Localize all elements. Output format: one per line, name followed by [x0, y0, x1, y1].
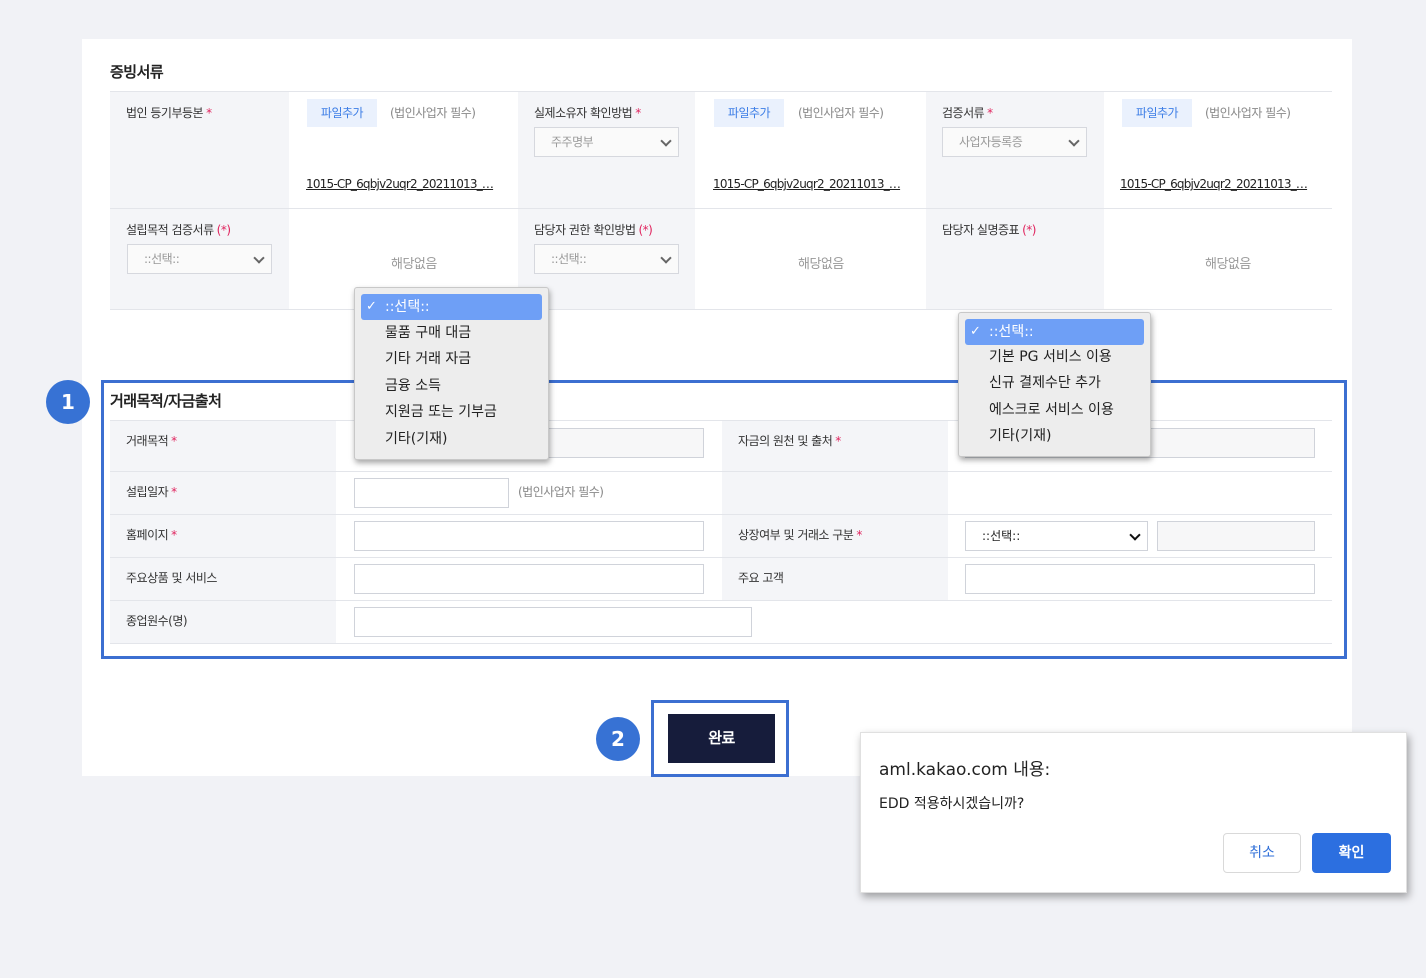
confirm-dialog: aml.kakao.com 내용: EDD 적용하시겠습니까? 취소 확인 [860, 732, 1407, 893]
listing-extra-input[interactable] [1157, 521, 1315, 551]
row-divider [110, 471, 1332, 472]
not-applicable-1: 해당없음 [391, 257, 437, 272]
dropdown-option[interactable]: ✓::선택:: [965, 319, 1144, 345]
homepage-label: 홈페이지 * [126, 528, 177, 542]
row-divider [110, 557, 1332, 558]
step-badge-2: 2 [596, 717, 640, 761]
purpose-doc-select[interactable]: ::선택:: [127, 244, 272, 274]
founded-date-input[interactable] [354, 478, 509, 508]
chevron-down-icon [660, 252, 672, 264]
chevron-down-icon [253, 252, 265, 264]
add-file-button-2[interactable]: 파일추가 [714, 99, 784, 127]
dropdown-option[interactable]: 기타(기재) [361, 426, 447, 452]
dropdown-option[interactable]: 지원금 또는 기부금 [361, 399, 497, 425]
founded-date-hint: (법인사업자 필수) [518, 485, 604, 499]
file-link-2[interactable]: 1015-CP_6qbjv2uqr2_20211013_… [713, 177, 901, 191]
employees-label: 종업원수(명) [126, 614, 188, 628]
dropdown-option[interactable]: 에스크로 서비스 이용 [965, 397, 1114, 423]
check-icon: ✓ [970, 324, 981, 339]
form-section-title: 거래목적/자금출처 [110, 392, 222, 410]
employees-input[interactable] [354, 607, 752, 637]
row-divider [110, 514, 1332, 515]
required-hint-2: (법인사업자 필수) [798, 106, 884, 120]
purpose-dropdown-list: ✓::선택:: 물품 구매 대금 기타 거래 자금 금융 소득 지원금 또는 기… [354, 287, 549, 460]
required-hint-3: (법인사업자 필수) [1205, 106, 1291, 120]
chevron-down-icon [660, 135, 672, 147]
chevron-down-icon [1129, 529, 1141, 541]
customers-input[interactable] [965, 564, 1315, 594]
auth-method-select[interactable]: ::선택:: [534, 244, 679, 274]
verify-doc-label: 검증서류 * [942, 106, 993, 120]
not-applicable-2: 해당없음 [798, 257, 844, 272]
products-input[interactable] [354, 564, 704, 594]
dropdown-option[interactable]: 기타(기재) [965, 423, 1051, 449]
auth-method-label: 담당자 권한 확인방법 (*) [534, 223, 653, 237]
label-cell-col2 [518, 92, 695, 309]
add-file-button-1[interactable]: 파일추가 [307, 99, 377, 127]
label-cell-col3 [926, 92, 1104, 309]
required-hint-1: (법인사업자 필수) [390, 106, 476, 120]
purpose-label: 거래목적 * [126, 434, 177, 448]
owner-method-select[interactable]: 주주명부 [534, 127, 679, 157]
purpose-doc-label: 설립목적 검증서류 (*) [126, 223, 231, 237]
file-link-1[interactable]: 1015-CP_6qbjv2uqr2_20211013_… [306, 177, 494, 191]
dropdown-option[interactable]: 물품 구매 대금 [361, 320, 471, 346]
docs-table: 법인 등기부등본 * 파일추가 (법인사업자 필수) 1015-CP_6qbjv2… [110, 91, 1332, 310]
row-divider [110, 208, 1332, 209]
customers-label: 주요 고객 [738, 571, 784, 585]
homepage-input[interactable] [354, 521, 704, 551]
dialog-title: aml.kakao.com 내용: [879, 760, 1051, 780]
dropdown-option[interactable]: ✓::선택:: [361, 294, 542, 320]
corp-registry-label: 법인 등기부등본 * [126, 106, 212, 120]
listing-label: 상장여부 및 거래소 구분 * [738, 528, 862, 542]
label-cell-col1 [110, 92, 289, 309]
chevron-down-icon [1068, 135, 1080, 147]
owner-method-label: 실제소유자 확인방법 * [534, 106, 641, 120]
not-applicable-3: 해당없음 [1205, 257, 1251, 272]
source-label: 자금의 원천 및 출처 * [738, 434, 841, 448]
dropdown-option[interactable]: 기본 PG 서비스 이용 [965, 344, 1112, 370]
listing-select[interactable]: ::선택:: [965, 521, 1148, 551]
cancel-button[interactable]: 취소 [1223, 833, 1301, 873]
add-file-button-3[interactable]: 파일추가 [1122, 99, 1192, 127]
row-divider [110, 600, 1332, 601]
docs-section-title: 증빙서류 [110, 63, 164, 81]
id-proof-label: 담당자 실명증표 (*) [942, 223, 1036, 237]
source-dropdown-list: ✓::선택:: 기본 PG 서비스 이용 신규 결제수단 추가 에스크로 서비스… [958, 312, 1151, 457]
verify-doc-select[interactable]: 사업자등록증 [942, 127, 1087, 157]
confirm-button[interactable]: 확인 [1312, 833, 1391, 873]
check-icon: ✓ [366, 299, 377, 314]
step-badge-1: 1 [46, 380, 90, 424]
dropdown-option[interactable]: 금융 소득 [361, 373, 441, 399]
file-link-3[interactable]: 1015-CP_6qbjv2uqr2_20211013_… [1120, 177, 1308, 191]
done-button[interactable]: 완료 [668, 714, 775, 763]
dialog-message: EDD 적용하시겠습니까? [879, 796, 1025, 812]
dropdown-option[interactable]: 신규 결제수단 추가 [965, 370, 1101, 396]
products-label: 주요상품 및 서비스 [126, 571, 217, 585]
founded-date-label: 설립일자 * [126, 485, 177, 499]
dropdown-option[interactable]: 기타 거래 자금 [361, 346, 471, 372]
